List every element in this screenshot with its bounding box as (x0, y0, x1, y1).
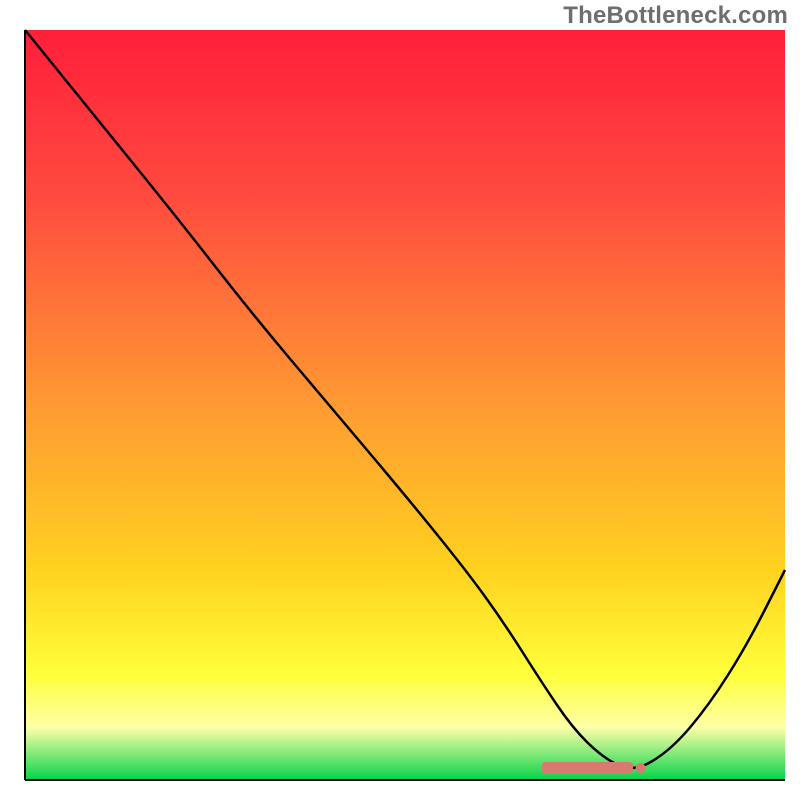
optimal-range-end-dot (636, 763, 646, 773)
bottleneck-chart (0, 0, 800, 800)
plot-gradient-area (25, 30, 785, 780)
optimal-range-marker (542, 762, 633, 774)
